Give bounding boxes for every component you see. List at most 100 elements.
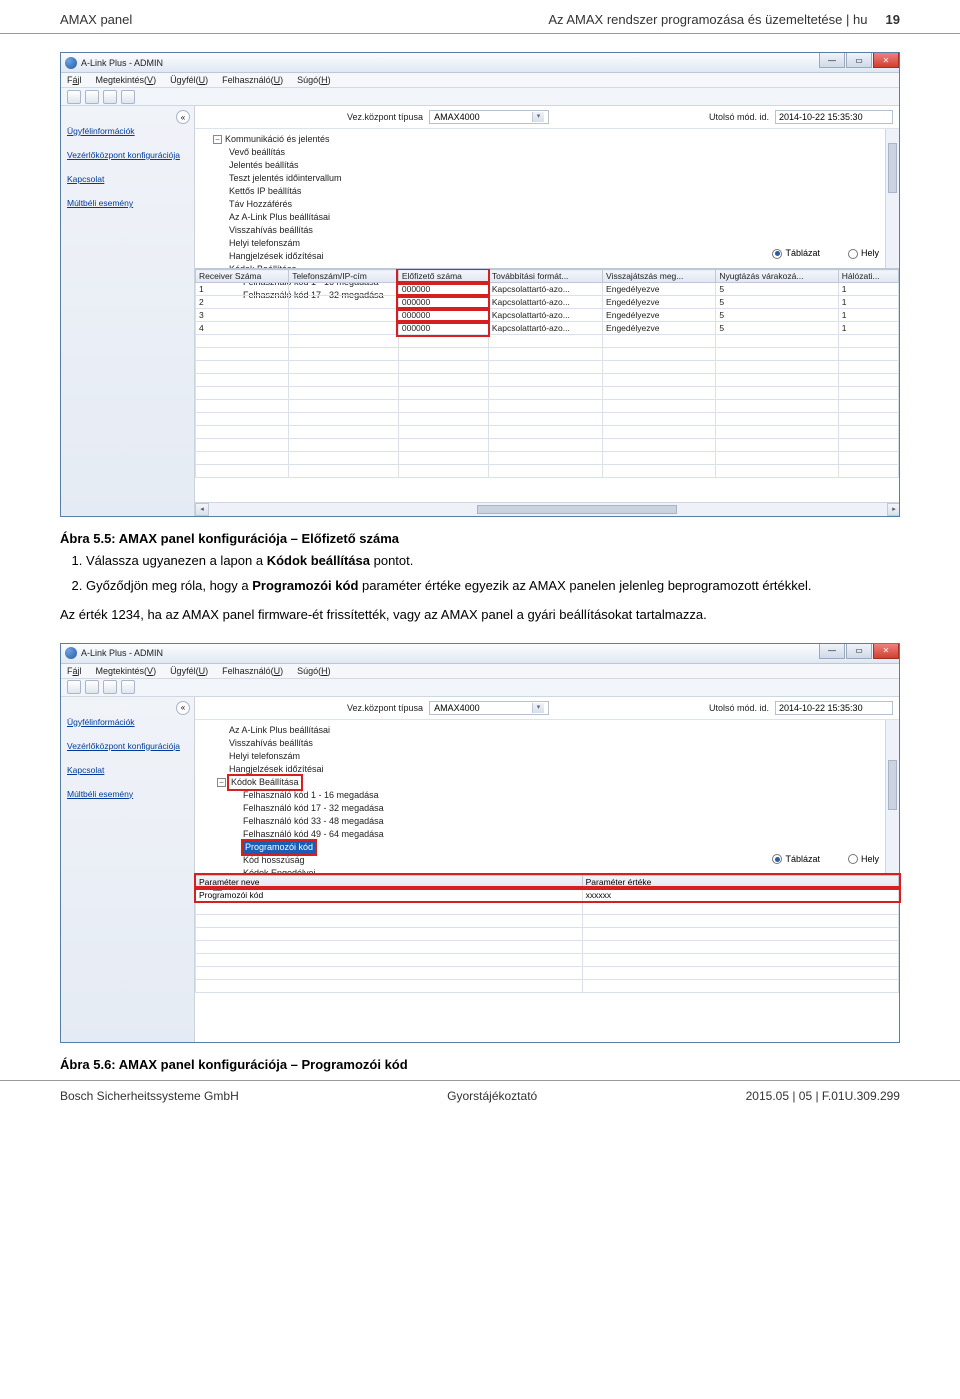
app-window-1: A-Link Plus - ADMIN — ▭ ✕ Fájl Megtekint…	[60, 52, 900, 517]
sidebar: « Ügyfélinformációk Vezérlőközpont konfi…	[61, 697, 195, 1042]
toolbar-icon-1[interactable]	[67, 680, 81, 694]
main-area: « Ügyfélinformációk Vezérlőközpont konfi…	[61, 697, 899, 1042]
info-row: Vez.központ típusa AMAX4000 ▾ Utolsó mód…	[195, 697, 899, 719]
maximize-button[interactable]: ▭	[846, 53, 872, 68]
col-replay[interactable]: Visszajátszás meg...	[603, 270, 716, 283]
toolbar-icon-2[interactable]	[85, 680, 99, 694]
header-right: Az AMAX rendszer programozása és üzemelt…	[548, 12, 900, 27]
tree-item[interactable]: Felhasználó kód 17 - 32 megadása	[203, 802, 895, 815]
info-row: Vez.központ típusa AMAX4000 ▾ Utolsó mód…	[195, 106, 899, 128]
maximize-button[interactable]: ▭	[846, 644, 872, 659]
close-button[interactable]: ✕	[873, 644, 899, 659]
scroll-left-icon[interactable]: ◂	[195, 503, 209, 516]
sidebar-item-connection[interactable]: Kapcsolat	[67, 765, 188, 775]
table-row[interactable]: 2000000Kapcsolattartó-azo...Engedélyezve…	[196, 296, 899, 309]
main-area: « Ügyfélinformációk Vezérlőközpont konfi…	[61, 106, 899, 516]
col-network[interactable]: Hálózati...	[838, 270, 898, 283]
toolbar-icon-4[interactable]	[121, 680, 135, 694]
tree-item[interactable]: Felhasználó kód 33 - 48 megadása	[203, 815, 895, 828]
toolbar	[61, 88, 899, 106]
tree-item[interactable]: Visszahívás beállítás	[203, 737, 895, 750]
sidebar-item-history[interactable]: Múltbéli esemény	[67, 789, 188, 799]
table-row[interactable]: 3000000Kapcsolattartó-azo...Engedélyezve…	[196, 309, 899, 322]
menu-user[interactable]: Felhasználó(U)	[222, 666, 283, 676]
tree-scrollbar[interactable]	[885, 720, 899, 874]
panel-type-label: Vez.központ típusa	[347, 112, 423, 122]
radio-table[interactable]: Táblázat	[772, 853, 820, 866]
tree-pane: Az A-Link Plus beállításai Visszahívás b…	[195, 719, 899, 874]
menu-view[interactable]: Megtekintés(V)	[96, 75, 157, 85]
tree-item-codes-root[interactable]: −Kódok Beállítása	[203, 776, 895, 789]
tree-item[interactable]: Helyi telefonszám	[203, 750, 895, 763]
toolbar-icon-4[interactable]	[121, 90, 135, 104]
menu-customer[interactable]: Ügyfél(U)	[170, 75, 208, 85]
radio-location[interactable]: Hely	[848, 247, 879, 260]
tree-item[interactable]: Hangjelzések időzítésai	[203, 763, 895, 776]
panel-type-select[interactable]: AMAX4000 ▾	[429, 701, 549, 715]
col-param-value[interactable]: Paraméter értéke	[582, 875, 898, 888]
toolbar-icon-2[interactable]	[85, 90, 99, 104]
tree-root[interactable]: −Kommunikáció és jelentés	[203, 133, 895, 146]
minimize-button[interactable]: —	[819, 644, 845, 659]
tree-pane: −Kommunikáció és jelentés Vevő beállítás…	[195, 128, 899, 268]
radio-location[interactable]: Hely	[848, 853, 879, 866]
receiver-table-wrap: Receiver Száma Telefonszám/IP-cím Előfiz…	[195, 268, 899, 516]
horizontal-scrollbar[interactable]: ◂ ▸	[195, 502, 899, 516]
minimize-button[interactable]: —	[819, 53, 845, 68]
tree-item[interactable]: Az A-Link Plus beállításai	[203, 724, 895, 737]
menu-user[interactable]: Felhasználó(U)	[222, 75, 283, 85]
window-title: A-Link Plus - ADMIN	[81, 58, 163, 68]
panel-type-select[interactable]: AMAX4000 ▾	[429, 110, 549, 124]
app-icon	[65, 57, 77, 69]
col-param-name[interactable]: Paraméter neve	[196, 875, 583, 888]
toolbar-icon-3[interactable]	[103, 90, 117, 104]
sidebar-item-panel-config[interactable]: Vezérlőközpont konfigurációja	[67, 741, 188, 751]
titlebar: A-Link Plus - ADMIN — ▭ ✕	[61, 644, 899, 664]
menu-customer[interactable]: Ügyfél(U)	[170, 666, 208, 676]
tree-item[interactable]: Jelentés beállítás	[203, 159, 895, 172]
radio-table[interactable]: Táblázat	[772, 247, 820, 260]
table-row[interactable]: 1000000Kapcsolattartó-azo...Engedélyezve…	[196, 283, 899, 296]
menu-help[interactable]: Súgó(H)	[297, 75, 331, 85]
sidebar-collapse-button[interactable]: «	[176, 701, 190, 715]
scroll-right-icon[interactable]: ▸	[887, 503, 899, 516]
menu-view[interactable]: Megtekintés(V)	[96, 666, 157, 676]
toolbar-icon-1[interactable]	[67, 90, 81, 104]
sidebar-item-customer-info[interactable]: Ügyfélinformációk	[67, 717, 188, 727]
tree-item[interactable]: Vevő beállítás	[203, 146, 895, 159]
last-mod-field: 2014-10-22 15:35:30	[775, 701, 893, 715]
col-subscriber[interactable]: Előfizető száma	[398, 270, 488, 283]
toolbar-icon-3[interactable]	[103, 680, 117, 694]
tree-scrollbar[interactable]	[885, 129, 899, 268]
sidebar-item-history[interactable]: Múltbéli esemény	[67, 198, 188, 208]
workarea: Vez.központ típusa AMAX4000 ▾ Utolsó mód…	[195, 106, 899, 516]
tree-item[interactable]: Felhasználó kód 1 - 16 megadása	[203, 789, 895, 802]
table-row[interactable]: 4000000Kapcsolattartó-azo...Engedélyezve…	[196, 322, 899, 335]
col-ackwait[interactable]: Nyugtázás várakozá...	[716, 270, 838, 283]
menu-help[interactable]: Súgó(H)	[297, 666, 331, 676]
sidebar: « Ügyfélinformációk Vezérlőközpont konfi…	[61, 106, 195, 516]
sidebar-item-connection[interactable]: Kapcsolat	[67, 174, 188, 184]
sidebar-item-customer-info[interactable]: Ügyfélinformációk	[67, 126, 188, 136]
tree-item[interactable]: Táv Hozzáférés	[203, 198, 895, 211]
params-table-wrap: Paraméter neve Paraméter értéke Programo…	[195, 874, 899, 1042]
tree-item[interactable]: Az A-Link Plus beállításai	[203, 211, 895, 224]
window-title: A-Link Plus - ADMIN	[81, 648, 163, 658]
tree-item[interactable]: Kettős IP beállítás	[203, 185, 895, 198]
col-format[interactable]: Továbbítási formát...	[488, 270, 602, 283]
table-row-programmer-code[interactable]: Programozói kód xxxxxx	[196, 888, 899, 901]
col-phone[interactable]: Telefonszám/IP-cím	[289, 270, 399, 283]
close-button[interactable]: ✕	[873, 53, 899, 68]
instruction-text: Válassza ugyanezen a lapon a Kódok beáll…	[60, 552, 900, 625]
tree-item[interactable]: Teszt jelentés időintervallum	[203, 172, 895, 185]
footer-center: Gyorstájékoztató	[447, 1089, 537, 1103]
sidebar-collapse-button[interactable]: «	[176, 110, 190, 124]
tree-item[interactable]: Visszahívás beállítás	[203, 224, 895, 237]
sidebar-item-panel-config[interactable]: Vezérlőközpont konfigurációja	[67, 150, 188, 160]
header-left: AMAX panel	[60, 12, 132, 27]
col-receiver[interactable]: Receiver Száma	[196, 270, 289, 283]
tree-item[interactable]: Felhasználó kód 49 - 64 megadása	[203, 828, 895, 841]
menu-file[interactable]: Fájl	[67, 75, 82, 85]
menu-file[interactable]: Fájl	[67, 666, 82, 676]
last-mod-field: 2014-10-22 15:35:30	[775, 110, 893, 124]
